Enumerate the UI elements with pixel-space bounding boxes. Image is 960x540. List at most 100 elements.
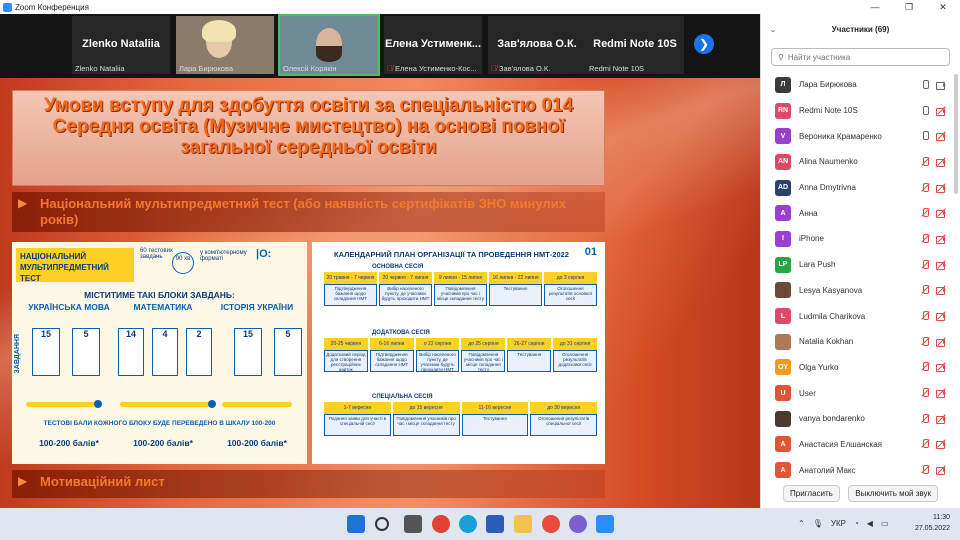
camera-off-icon[interactable] (936, 285, 946, 296)
participant-name: Анатолий Макс (799, 465, 856, 475)
participant-row[interactable]: LP Lara Push (761, 252, 960, 278)
bullet-text: Мотиваційний лист (40, 474, 165, 489)
mic-muted-icon[interactable] (920, 208, 930, 218)
participant-name: Олексй Корякін (283, 64, 337, 73)
mic-muted-icon[interactable] (920, 285, 930, 295)
mic-muted-icon[interactable] (920, 362, 930, 372)
avatar: I (775, 230, 791, 247)
mic-muted-icon[interactable] (920, 388, 930, 398)
participant-search-input[interactable]: ⚲ Найти участника (771, 48, 950, 66)
shared-slide: Умови вступу для здобуття освіти за спец… (0, 78, 760, 508)
participant-row[interactable]: Natalia Kokhan (761, 329, 960, 355)
language-indicator[interactable]: УКР (831, 519, 846, 528)
participant-row[interactable]: AD Anna Dmytrivna (761, 175, 960, 201)
participants-title: Участники (69) (831, 24, 890, 34)
camera-off-icon[interactable] (936, 311, 946, 322)
participant-row[interactable]: А Анастасия Елшанская (761, 432, 960, 458)
mic-muted-icon[interactable] (920, 336, 930, 347)
windows-start-icon[interactable] (347, 515, 365, 533)
score-range: 100-200 балів* (133, 438, 193, 448)
session-label: СПЕЦІАЛЬНА СЕСІЯ (372, 394, 433, 400)
mic-muted-icon[interactable] (920, 311, 930, 321)
mic-icon[interactable] (920, 131, 930, 141)
collapse-chevron-icon[interactable]: ⌄ (761, 25, 785, 34)
participant-row[interactable]: V Вероника Крамаренко (761, 123, 960, 149)
participant-row[interactable]: A Анна (761, 200, 960, 226)
mic-muted-icon[interactable] (920, 413, 930, 424)
camera-icon[interactable] (936, 80, 946, 90)
camera-off-icon[interactable] (936, 208, 946, 219)
edge-icon[interactable] (459, 515, 477, 533)
viber-icon[interactable] (569, 515, 587, 533)
participant-thumbnail[interactable]: Redmi Note 10S Redmi Note 10S (586, 16, 684, 74)
participant-row[interactable]: RN Redmi Note 10S (761, 98, 960, 124)
zoom-icon[interactable] (596, 515, 614, 533)
camera-off-icon[interactable] (936, 465, 946, 476)
participants-scrollbar[interactable] (954, 74, 958, 194)
mute-self-button[interactable]: Выключить мой звук (848, 485, 938, 502)
chrome-icon[interactable] (432, 515, 450, 533)
participant-video-thumbnail[interactable]: Лара Бирюкова (176, 16, 274, 74)
window-title: Zoom Конференция (15, 2, 89, 12)
task-count-box: 5 (72, 328, 100, 376)
search-placeholder: Найти участника (787, 52, 851, 62)
camera-off-icon[interactable] (936, 182, 946, 193)
calendar-cell: 20 травня - 7 червня Підтвердження бажанн… (324, 272, 377, 306)
search-icon[interactable] (375, 517, 389, 531)
participant-row[interactable]: IiPhone (761, 226, 960, 252)
participant-name: vanya bondarenko (799, 414, 865, 424)
participant-big-name: Zlenko Nataliia (82, 38, 160, 50)
nmt-blocks-subtitle: МІСТИТИМЕ ТАКІ БЛОКИ ЗАВДАНЬ: (84, 290, 235, 300)
camera-off-icon[interactable] (936, 234, 946, 244)
close-button[interactable]: ✕ (926, 2, 960, 13)
clock-date: 27.05.2022 (914, 525, 950, 532)
participant-row[interactable]: L Ludmila Charikova (761, 303, 960, 329)
participant-thumbnail[interactable]: Zlenko Nataliia Zlenko Nataliia (72, 16, 170, 74)
maximize-button[interactable]: ❐ (892, 2, 926, 13)
participant-row[interactable]: А Анатолий Макс (761, 457, 960, 483)
file-explorer-icon[interactable] (514, 515, 532, 533)
avatar: LP (775, 256, 791, 273)
mic-muted-icon[interactable] (920, 259, 930, 270)
chrome-icon[interactable] (542, 515, 560, 533)
participant-row[interactable]: OY Olga Yurko (761, 355, 960, 381)
next-page-chevron-icon[interactable]: ❯ (694, 34, 714, 54)
mic-muted-icon[interactable] (920, 439, 930, 449)
camera-off-icon[interactable] (936, 157, 946, 167)
task-count-box: 15 (234, 328, 262, 376)
participant-name: Zlenko Nataliia (75, 64, 125, 73)
mic-muted-icon[interactable] (920, 233, 930, 244)
clock[interactable]: 11:30 27.05.2022 (915, 512, 950, 534)
participant-row[interactable]: U User (761, 380, 960, 406)
camera-off-icon[interactable] (936, 131, 946, 142)
wifi-icon[interactable]: ◔ (854, 519, 859, 528)
mic-muted-icon[interactable] (920, 465, 930, 475)
participant-thumbnail[interactable]: Зав'ялова О.К. 🎙̸ Зав'ялова О.К. (488, 16, 586, 74)
camera-off-icon[interactable] (936, 105, 946, 116)
participant-row[interactable]: Lesya Kasyanova (761, 278, 960, 304)
camera-off-icon[interactable] (936, 388, 946, 399)
mic-icon[interactable] (920, 105, 930, 116)
mic-icon[interactable] (920, 79, 930, 90)
mic-muted-icon[interactable] (920, 182, 930, 193)
chevron-up-icon[interactable]: ⌃ (798, 519, 805, 528)
camera-off-icon[interactable] (936, 414, 946, 424)
participant-row[interactable]: Л Лара Бирюкова (761, 72, 960, 98)
volume-icon[interactable]: ◀ (867, 519, 873, 528)
word-icon[interactable] (486, 515, 504, 533)
microphone-icon[interactable]: 🎙 (813, 519, 823, 528)
minimize-button[interactable]: — (858, 2, 892, 13)
participant-row[interactable]: AN Alina Naumenko (761, 149, 960, 175)
battery-icon[interactable]: ▭ (881, 519, 889, 528)
yellow-divider (26, 402, 96, 407)
participant-row[interactable]: vanya bondarenko (761, 406, 960, 432)
invite-button[interactable]: Пригласить (783, 485, 840, 502)
camera-off-icon[interactable] (936, 439, 946, 450)
camera-off-icon[interactable] (936, 259, 946, 270)
camera-off-icon[interactable] (936, 362, 946, 373)
task-view-icon[interactable] (404, 515, 422, 533)
participant-video-thumbnail-active[interactable]: Олексй Корякін (278, 14, 380, 76)
mic-muted-icon[interactable] (920, 156, 930, 167)
participant-thumbnail[interactable]: Елена Устименк... 🎙̸ Елена Устименко-Кос.… (384, 16, 482, 74)
camera-off-icon[interactable] (936, 336, 946, 347)
